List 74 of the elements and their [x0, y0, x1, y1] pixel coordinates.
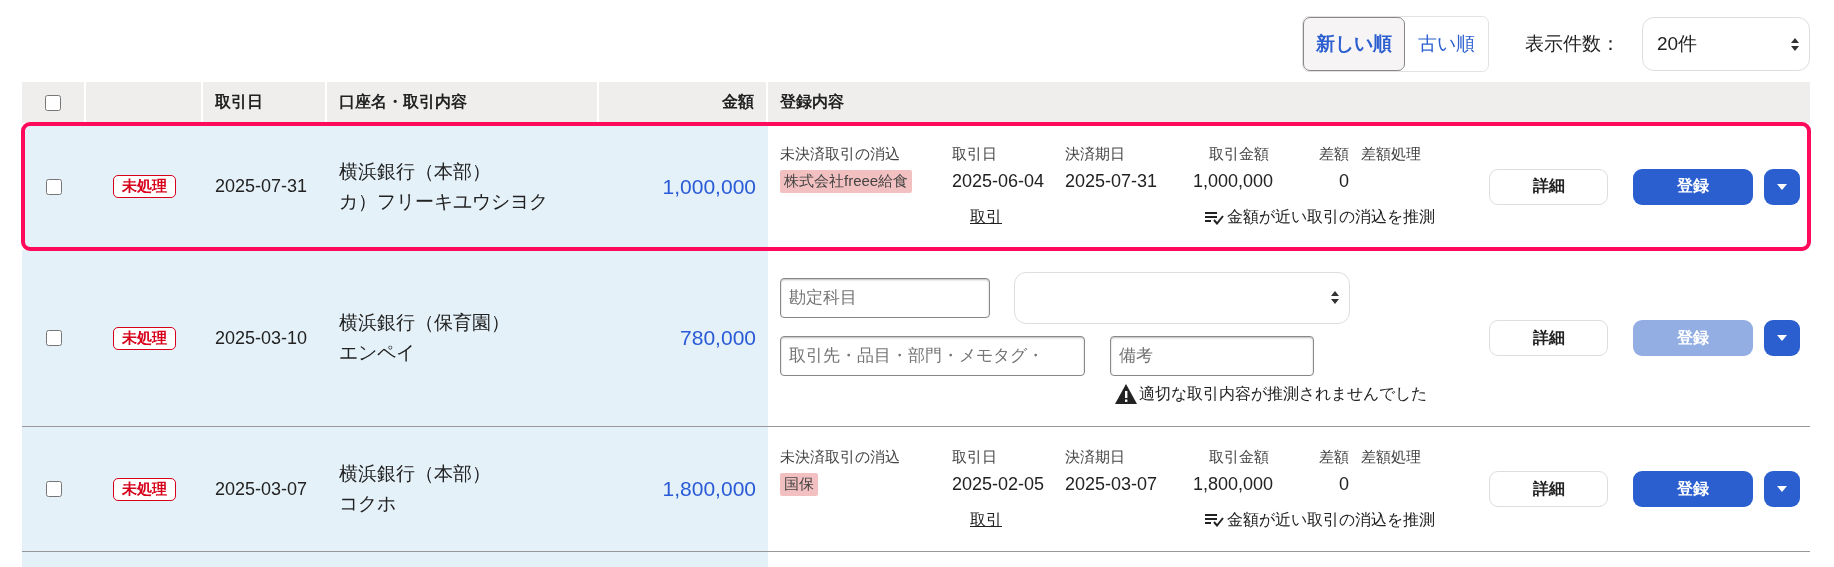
transaction-link[interactable]: 取引	[970, 509, 1002, 531]
column-header: 登録内容	[768, 82, 1810, 123]
date-text: 2025-03-10	[215, 327, 308, 349]
page-size-select[interactable]: 20件	[1642, 17, 1810, 71]
date-text: 2025-07-31	[215, 176, 308, 197]
column-header: 金額	[599, 82, 766, 123]
match-label: 未決済取引の消込	[780, 145, 901, 164]
field-value: 0	[1338, 171, 1350, 192]
dropdown-button[interactable]	[1764, 471, 1800, 507]
status-badge: 未処理	[113, 477, 176, 501]
status-badge: 未処理	[113, 175, 176, 198]
status-badge: 未処理	[113, 326, 176, 350]
account-name: 横浜銀行（本部）	[339, 462, 491, 486]
caret-icon	[1777, 183, 1787, 190]
detail-button[interactable]: 詳細	[1489, 320, 1608, 356]
hint-text: 金額が近い取引の消込を推測	[1227, 509, 1435, 530]
transaction-description: コクホ	[339, 492, 396, 516]
memo-field[interactable]: 備考	[1110, 335, 1314, 376]
partner-tag: 株式会社freee給食	[780, 170, 913, 193]
match-label: 未決済取引の消込	[780, 447, 901, 467]
field-value: 0	[1338, 473, 1350, 495]
list-check-icon	[1205, 513, 1225, 527]
field-label: 取引日	[952, 145, 998, 164]
account-name: 横浜銀行（本部）	[339, 159, 491, 184]
row-checkbox[interactable]	[46, 330, 62, 346]
amount-text: 780,000	[680, 326, 756, 350]
account-name: 横浜銀行（保育園）	[339, 311, 510, 335]
date-text: 2025-03-07	[215, 478, 308, 500]
field-label: 差額処理	[1360, 447, 1422, 467]
column-header: 口座名・取引内容	[327, 82, 597, 123]
partner-tag: 国保	[780, 472, 818, 496]
page-size-label: 表示件数：	[1525, 32, 1620, 56]
transaction-description: カ）フリーキユウシヨク	[339, 189, 548, 214]
field-value: 2025-06-04	[952, 171, 1046, 192]
select-all-checkbox[interactable]	[45, 94, 61, 111]
partner-field[interactable]: 取引先・品目・部門・メモタグ・	[780, 335, 1085, 376]
field-value: 1,000,000	[1191, 171, 1273, 192]
warning-text: 適切な取引内容が推測されませんでした	[1139, 383, 1427, 404]
field-value: 2025-02-05	[952, 473, 1046, 495]
field-value: 1,800,000	[1191, 473, 1273, 495]
register-button[interactable]: 登録	[1633, 168, 1753, 205]
field-label: 取引金額	[1208, 447, 1270, 467]
field-label: 差額処理	[1360, 145, 1422, 164]
field-label: 取引金額	[1208, 145, 1270, 164]
field-label: 取引日	[952, 447, 998, 467]
amount-text: 1,800,000	[662, 477, 756, 501]
warning-icon	[1115, 384, 1137, 404]
detail-button[interactable]: 詳細	[1489, 471, 1608, 507]
caret-icon	[1777, 486, 1787, 492]
field-label: 決済期日	[1065, 447, 1126, 467]
amount-text: 1,000,000	[662, 174, 756, 199]
select-arrows-icon	[1791, 37, 1799, 51]
field-value: 2025-03-07	[1065, 473, 1159, 495]
detail-button[interactable]: 詳細	[1489, 168, 1608, 205]
transaction-description: エンペイ	[339, 341, 415, 365]
caret-icon	[1777, 335, 1787, 341]
dropdown-button[interactable]	[1764, 168, 1800, 205]
register-button[interactable]: 登録	[1633, 471, 1753, 507]
guess-hint[interactable]: 金額が近い取引の消込を推測	[1205, 207, 1453, 228]
guess-hint[interactable]: 金額が近い取引の消込を推測	[1205, 509, 1453, 531]
row-checkbox[interactable]	[46, 481, 62, 497]
select-arrows-icon	[1331, 291, 1339, 304]
hint-text: 金額が近い取引の消込を推測	[1227, 207, 1435, 227]
field-label: 差額	[1318, 145, 1350, 164]
sort-tab[interactable]: 新しい順	[1303, 17, 1405, 71]
list-check-icon	[1205, 210, 1225, 225]
dropdown-button[interactable]	[1764, 320, 1800, 356]
field-label: 決済期日	[1065, 145, 1126, 164]
row-checkbox[interactable]	[46, 178, 62, 195]
column-header: 取引日	[203, 82, 325, 123]
transaction-link[interactable]: 取引	[970, 207, 1002, 228]
account-field[interactable]: 勘定科目	[780, 277, 990, 318]
field-value: 2025-07-31	[1065, 171, 1159, 192]
field-label: 差額	[1318, 447, 1350, 467]
